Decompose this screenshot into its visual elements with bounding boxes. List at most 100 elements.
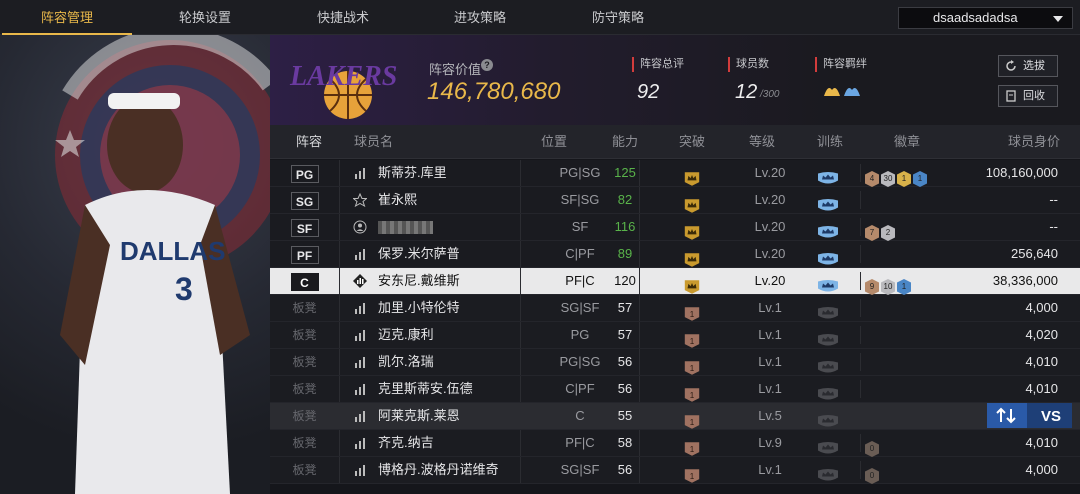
lineup-slot[interactable]: 板凳 (270, 403, 340, 429)
lineup-slot[interactable]: 板凳 (270, 349, 340, 375)
bond-icons[interactable] (822, 82, 864, 100)
lineup-slot[interactable]: PF (270, 241, 340, 267)
lineup-slot[interactable]: PG (270, 160, 340, 186)
star-icon (353, 193, 367, 207)
team-value: 146,780,680 (427, 78, 561, 105)
badge-list[interactable]: 0 (860, 461, 960, 484)
col-breakthrough[interactable]: 突破 (679, 125, 705, 159)
bars-icon (355, 303, 365, 314)
player-level: Lv.20 (754, 273, 786, 288)
badge-list[interactable] (860, 299, 960, 317)
player-name[interactable]: 阿莱克斯.莱恩 (378, 403, 460, 429)
lineup-slot[interactable]: 板凳 (270, 295, 340, 321)
player-value: 256,640 (1011, 246, 1058, 261)
player-level: Lv.20 (754, 165, 786, 180)
table-row[interactable]: SG 崔永熙 SF|SG 82 Lv.20 -- (270, 187, 1080, 214)
badge-icon: 10 (881, 279, 895, 295)
tab-offense[interactable]: 进攻策略 (415, 0, 545, 35)
player-name[interactable]: 斯蒂芬.库里 (378, 160, 447, 186)
tab-defense[interactable]: 防守策略 (553, 0, 683, 35)
bars-icon (355, 168, 365, 179)
col-badges[interactable]: 徽章 (894, 125, 920, 159)
player-name[interactable]: 安东尼.戴维斯 (378, 268, 460, 294)
player-name[interactable]: 克里斯蒂安.伍德 (378, 376, 473, 402)
player-ability: 56 (617, 381, 633, 396)
col-level[interactable]: 等级 (749, 125, 775, 159)
col-position[interactable]: 位置 (541, 125, 567, 159)
compare-button[interactable]: VS (987, 403, 1072, 428)
badge-list[interactable]: 4 30 1 1 (860, 164, 960, 187)
badge-list[interactable] (860, 380, 960, 398)
vs-label: VS (1041, 408, 1061, 425)
player-name[interactable]: 凯尔.洛瑞 (378, 349, 434, 375)
lineup-slot[interactable]: SF (270, 214, 340, 240)
bench-label: 板凳 (292, 301, 317, 315)
slot-label: PG (290, 164, 319, 183)
table-row[interactable]: 板凳 迈克.康利 PG 57 1 Lv.1 4,020 (270, 322, 1080, 349)
player-name[interactable]: 博格丹.波格丹诺维奇 (378, 457, 499, 483)
player-name[interactable]: 崔永熙 (378, 187, 417, 213)
bench-label: 板凳 (292, 355, 317, 369)
badge-list[interactable] (860, 191, 960, 209)
lakers-logo: LAKERS (289, 61, 397, 119)
badge-list[interactable]: 9 10 1 (860, 272, 960, 295)
rating-label: 阵容总评 (632, 57, 684, 72)
player-ability: 55 (617, 408, 633, 423)
table-row[interactable]: C 安东尼.戴维斯 PF|C 120 Lv.20 9 10 1 38,336,000 (270, 268, 1080, 295)
roster-table-header: 阵容 球员名 位置 能力 突破 等级 训练 徽章 球员身价 (270, 125, 1080, 159)
badge-list[interactable]: 0 (860, 434, 960, 457)
badge-list[interactable] (860, 353, 960, 371)
player-name[interactable]: 迈克.康利 (378, 322, 434, 348)
chevron-down-icon (1053, 16, 1063, 22)
account-name: dsaadsadadsa (933, 10, 1018, 25)
recycle-button[interactable]: 回收 (998, 85, 1058, 107)
account-dropdown[interactable]: dsaadsadadsa (898, 7, 1073, 29)
player-level: Lv.20 (754, 192, 786, 207)
col-ability[interactable]: 能力 (612, 125, 638, 159)
col-value[interactable]: 球员身价 (1008, 125, 1060, 159)
col-training[interactable]: 训练 (817, 125, 843, 159)
table-row[interactable]: PF 保罗.米尔萨普 C|PF 89 Lv.20 256,640 (270, 241, 1080, 268)
table-row[interactable]: 板凳 加里.小特伦特 SG|SF 57 1 Lv.1 4,000 (270, 295, 1080, 322)
table-row[interactable]: 板凳 博格丹.波格丹诺维奇 SG|SF 56 1 Lv.1 0 4,000 (270, 457, 1080, 484)
tab-quick-tactics[interactable]: 快捷战术 (278, 0, 408, 35)
lineup-slot[interactable]: 板凳 (270, 376, 340, 402)
table-row[interactable]: 板凳 齐克.纳吉 PF|C 58 1 Lv.9 0 4,010 (270, 430, 1080, 457)
col-name[interactable]: 球员名 (354, 125, 393, 159)
player-ability: 57 (617, 300, 633, 315)
player-name-blurred[interactable] (378, 221, 433, 234)
player-name[interactable]: 加里.小特伦特 (378, 295, 460, 321)
tab-lineup[interactable]: 阵容管理 (2, 0, 132, 35)
badge-list[interactable] (860, 326, 960, 344)
select-button[interactable]: 选拔 (998, 55, 1058, 77)
badge-list[interactable]: 72 (860, 218, 960, 241)
player-value: 4,010 (1025, 381, 1058, 396)
player-level: Lv.1 (758, 381, 782, 396)
badge-icon: 30 (881, 171, 895, 187)
badge-icon: 1 (913, 171, 927, 187)
help-icon[interactable]: ? (481, 59, 493, 71)
lineup-slot[interactable]: C (270, 268, 340, 294)
lineup-slot[interactable]: 板凳 (270, 322, 340, 348)
svg-text:1: 1 (690, 472, 695, 481)
tab-rotation[interactable]: 轮换设置 (140, 0, 270, 35)
bars-icon (355, 249, 365, 260)
table-row[interactable]: 板凳 凯尔.洛瑞 PG|SG 56 1 Lv.1 4,010 (270, 349, 1080, 376)
player-name[interactable]: 保罗.米尔萨普 (378, 241, 460, 267)
select-label: 选拔 (1023, 60, 1045, 72)
breakthrough-badge-icon: 1 (684, 469, 700, 483)
table-row[interactable]: 板凳 克里斯蒂安.伍德 C|PF 56 1 Lv.1 4,010 (270, 376, 1080, 403)
player-name[interactable]: 齐克.纳吉 (378, 430, 434, 456)
player-level: Lv.1 (758, 327, 782, 342)
bench-label: 板凳 (292, 409, 317, 423)
table-row[interactable]: 板凳阿莱克斯.莱恩C551Lv.53 (270, 403, 1080, 430)
badge-list[interactable] (860, 245, 960, 263)
table-row[interactable]: PG 斯蒂芬.库里 PG|SG 125 Lv.20 4 30 1 1 108,160,000 (270, 160, 1080, 187)
badge-list[interactable] (860, 407, 960, 425)
table-row[interactable]: SF SF 116 Lv.20 7 2 -- (270, 214, 1080, 241)
lineup-slot[interactable]: 板凳 (270, 430, 340, 456)
col-lineup[interactable]: 阵容 (296, 125, 322, 159)
lineup-slot[interactable]: SG (270, 187, 340, 213)
lineup-slot[interactable]: 板凳 (270, 457, 340, 483)
bench-label: 板凳 (292, 463, 317, 477)
